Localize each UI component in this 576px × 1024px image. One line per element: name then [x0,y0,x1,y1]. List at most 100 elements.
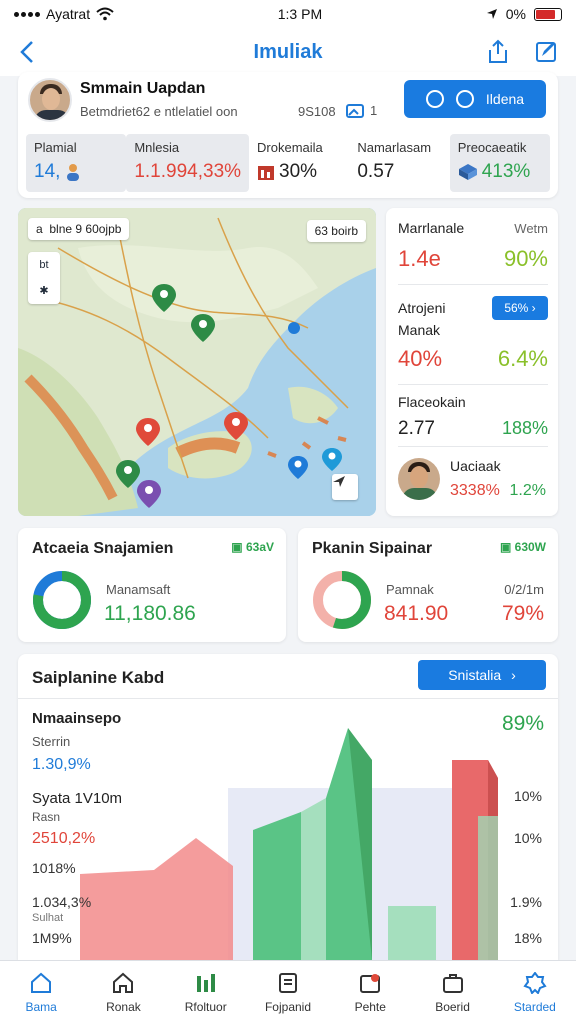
bottom-row5-right: 18% [513,930,542,946]
side-2-value: 40% [398,346,443,371]
map-canvas[interactable] [18,208,376,516]
badge-icon: ▣ [231,540,243,554]
arrow-icon: › [511,667,516,683]
battery-percent: 0% [505,6,526,22]
image-icon [346,104,364,118]
nav-actions [486,38,558,64]
side-3-title: Flaceokain [398,394,466,410]
tab-3[interactable]: Fojpanid [247,961,329,1024]
tab-6[interactable]: Starded [494,961,576,1024]
person-icon [67,164,80,181]
share-icon[interactable] [486,38,510,64]
page-title: Imuliak [253,40,323,63]
back-icon[interactable] [16,38,40,66]
clock-icon [425,90,444,108]
side-section-1[interactable]: Marrlanale Wetm 1.4e 90% [398,220,548,272]
map-ctrl-bottom[interactable]: ✱ [39,284,48,297]
map-view[interactable]: a blne 9 60ojpb 63 boirb bt ✱ [18,208,376,516]
bottom-row2-title: Syata 1V10m [32,790,123,807]
side-1-title: Marrlanale [398,220,465,236]
location-icon [486,9,497,19]
signal-icon [14,11,40,17]
battery-icon [533,7,562,21]
edit-icon[interactable] [534,38,558,64]
status-bar: Ayatrat 1:3 PM 0% [0,0,576,28]
fullscreen-button[interactable] [332,474,358,500]
chart-icon [196,973,215,992]
stat-label: Mnlesia [134,140,180,155]
map-scale-chip[interactable]: 63 boirb [306,220,366,242]
side-1-sub: Wetm [514,221,548,236]
side-2-pct: 6.4% [497,346,548,371]
bottom-action-button[interactable]: Snistalia › [418,660,546,690]
tab-5[interactable]: Boerid [411,961,493,1024]
bottom-row3-val: 1018% [32,860,76,876]
stat-3[interactable]: Namarlasam 0.57 [349,134,449,192]
cube-icon [458,164,477,180]
stat-2[interactable]: Drokemaila 30% [249,134,349,192]
map-chip-a: a [36,222,43,236]
avatar[interactable] [28,78,72,122]
carrier-label: Ayatrat [46,6,91,22]
profile-count[interactable]: 1 [346,102,377,118]
profile-action-button[interactable]: Ildena [404,80,546,118]
tab-4[interactable]: Pehte [329,961,411,1024]
side-avatar[interactable] [398,458,440,500]
tab-1[interactable]: Ronak [82,961,164,1024]
tab-label: Fojpanid [264,999,311,1014]
side-section-3[interactable]: Flaceokain 2.77 188% [398,394,548,440]
chart-bar-2 [301,798,326,960]
kpi-right-label: Pamnak [386,582,434,597]
tab-2[interactable]: Rfoltuor [165,961,247,1024]
stat-label: Namarlasam [357,140,432,155]
side-section-2[interactable]: Atrojeni Manak 40% 6.4% [398,300,548,372]
profile-action-label: Ildena [485,91,525,107]
map-pin-small[interactable] [288,322,300,334]
map-layer-chip[interactable]: a blne 9 60ojpb [28,218,130,240]
chart-bar-4 [388,906,436,960]
side-divider [398,446,548,447]
kpi-card-right[interactable]: Pkanin Sipainar ▣ 630W Pamnak 0/2/1m 841… [298,528,558,642]
stat-label: Drokemaila [257,140,323,155]
chart-bar-6 [478,816,498,960]
status-left: Ayatrat [14,6,114,22]
bottom-row1-val: 1.30,9% [32,756,91,773]
stat-1[interactable]: Mnlesia 1.1.994,33% [126,134,250,192]
tab-label: Starded [513,999,556,1014]
side-2-title-a: Atrojeni [398,300,446,316]
side-3-pct: 188% [501,418,548,438]
side-4-pct: 1.2% [509,482,546,499]
bottom-row2-right: 10% [513,788,542,804]
side-3-value: 2.77 [398,418,435,439]
bottom-row4-right: 1.9% [510,894,542,910]
bottom-title: Saiplanine Kabd [32,668,165,687]
profile-subtitle: Betmdriet62 e ntlelatiel oon [80,104,238,119]
kpi-left-badge: ▣ 63aV [231,540,274,554]
kpi-left-label: Manamsaft [106,582,171,597]
image-icon [360,973,381,993]
stat-value: 1.1.994,33% [134,161,242,182]
tab-label: Pehte [354,999,386,1014]
profile-stats: Plamial 14, Mnlesia 1.1.994,33% Drokemai… [26,134,551,192]
map-ctrl-top[interactable]: bt [39,259,48,271]
stat-4[interactable]: Preocaeatik 413% [449,134,551,192]
stat-value-text: 413% [481,161,531,182]
tab-0[interactable]: Bama [0,961,82,1024]
profile-code: 9S108 [298,104,336,119]
stat-value: 14, [34,161,118,183]
stat-value: 30% [257,161,341,183]
stat-0[interactable]: Plamial 14, [26,134,127,192]
chart-area-red [80,838,233,960]
stat-label: Plamial [34,140,77,155]
kpi-card-left[interactable]: Atcaeia Snajamien ▣ 63aV Manamsaft 11,18… [18,528,286,642]
clock: 1:3 PM [277,6,323,22]
kpi-right-value: 841.90 [384,602,449,625]
status-right: 0% [486,6,562,22]
map-controls[interactable]: bt ✱ [28,252,60,304]
kpi-right-donut [313,571,371,629]
profile-card: Smmain Uapdan Betmdriet62 e ntlelatiel o… [18,72,558,198]
bottom-row4-sub: Sulhat [32,912,64,924]
kpi-right-pct: 79% [501,602,544,625]
document-icon [278,972,297,993]
kpi-left-badge-text: 63aV [245,540,274,554]
